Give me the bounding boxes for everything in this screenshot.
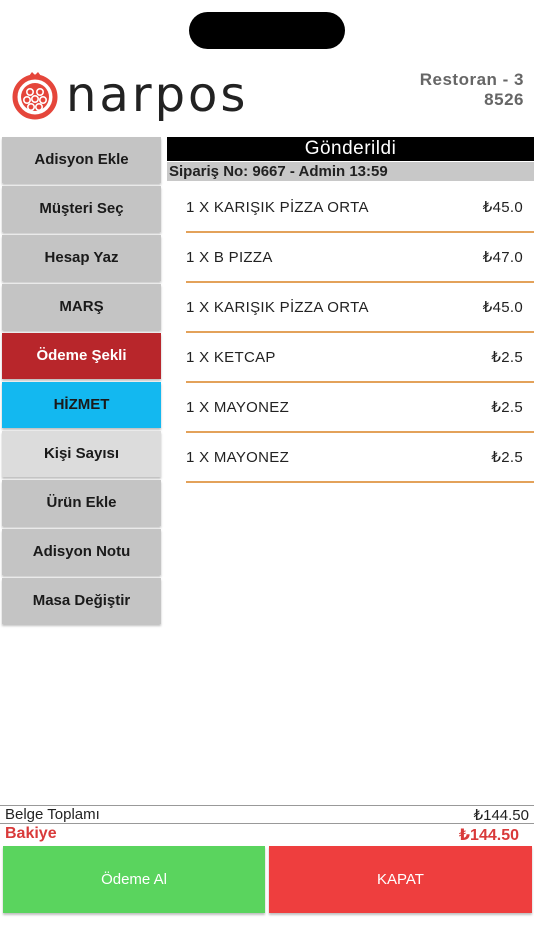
pomegranate-icon [10,70,60,120]
item-price: ₺47.0 [482,249,523,266]
item-name: 1 X MAYONEZ [186,448,290,466]
list-item[interactable]: 1 X KARIŞIK PİZZA ORTA ₺45.0 [186,183,534,233]
list-item[interactable]: 1 X KARIŞIK PİZZA ORTA ₺45.0 [186,283,534,333]
change-table-button[interactable]: Masa Değiştir [2,578,161,624]
item-name: 1 X KARIŞIK PİZZA ORTA [186,298,369,316]
item-price: ₺45.0 [482,299,523,316]
order-status-header: Gönderildi [167,137,534,161]
balance-label: Bakiye [5,825,57,842]
table-number: 8526 [484,90,524,109]
item-name: 1 X MAYONEZ [186,398,290,416]
totals-mid-divider [0,823,534,824]
item-name: 1 X B PIZZA [186,248,273,266]
add-product-button[interactable]: Ürün Ekle [2,480,161,526]
item-price: ₺2.5 [491,349,523,366]
add-receipt-button[interactable]: Adisyon Ekle [2,137,161,183]
list-item[interactable]: 1 X KETCAP ₺2.5 [186,333,534,383]
item-name: 1 X KETCAP [186,348,276,366]
document-total-row: Belge Toplamı ₺144.50 [5,806,529,824]
receipt-note-button[interactable]: Adisyon Notu [2,529,161,575]
item-price: ₺45.0 [482,199,523,216]
restaurant-name: Restoran - 3 [419,70,524,89]
item-name: 1 X KARIŞIK PİZZA ORTA [186,198,369,216]
balance-amount: ₺144.50 [458,827,519,844]
guest-count-button[interactable]: Kişi Sayısı [2,431,161,477]
narpos-logo: narpos [10,70,248,120]
device-notch [189,12,345,49]
close-button[interactable]: KAPAT [269,846,532,913]
order-items-list: 1 X KARIŞIK PİZZA ORTA ₺45.0 1 X B PIZZA… [186,183,534,483]
item-price: ₺2.5 [491,449,523,466]
list-item[interactable]: 1 X MAYONEZ ₺2.5 [186,433,534,483]
select-customer-button[interactable]: Müşteri Seç [2,186,161,232]
restaurant-info: Restoran - 3 8526 [420,70,524,110]
document-total-amount: ₺144.50 [473,807,529,824]
list-item[interactable]: 1 X MAYONEZ ₺2.5 [186,383,534,433]
write-bill-button[interactable]: Hesap Yaz [2,235,161,281]
service-button[interactable]: HİZMET [2,382,161,428]
take-payment-button[interactable]: Ödeme Al [3,846,265,913]
logo-wordmark: narpos [66,67,249,123]
balance-row: Bakiye ₺144.50 [5,825,529,845]
list-item[interactable]: 1 X B PIZZA ₺47.0 [186,233,534,283]
order-info: Sipariş No: 9667 - Admin 13:59 [167,162,534,181]
document-total-label: Belge Toplamı [5,806,100,823]
fire-order-button[interactable]: MARŞ [2,284,161,330]
payment-method-button[interactable]: Ödeme Şekli [2,333,161,379]
sidebar: Adisyon Ekle Müşteri Seç Hesap Yaz MARŞ … [2,137,161,627]
item-price: ₺2.5 [491,399,523,416]
